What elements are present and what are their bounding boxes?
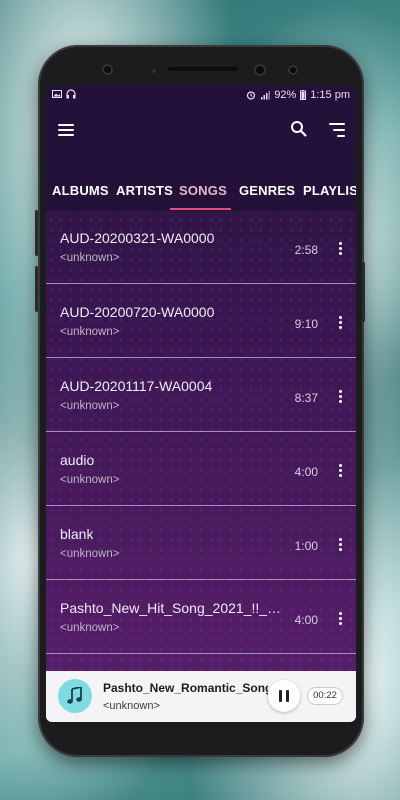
now-playing-artist: <unknown> xyxy=(103,700,160,712)
tab-songs[interactable]: SONGS xyxy=(179,183,227,198)
now-playing-title: Pashto_New_Romantic_Song_2 xyxy=(103,681,268,695)
song-row[interactable]: AUD-20200720-WA0000 <unknown> 9:10 xyxy=(46,285,356,358)
divider xyxy=(46,357,356,358)
app-screen: 92% 1:15 pm ALBUMS ARTISTS SONGS GENRES … xyxy=(46,85,356,722)
more-vert-icon[interactable] xyxy=(338,316,342,330)
gallery-icon xyxy=(52,90,62,98)
status-bar: 92% 1:15 pm xyxy=(46,85,356,107)
music-note-icon xyxy=(67,687,82,704)
battery-percent: 92% xyxy=(274,89,297,101)
divider xyxy=(46,579,356,580)
song-duration: 2:58 xyxy=(294,243,318,257)
song-title: blank xyxy=(60,526,94,542)
more-vert-icon[interactable] xyxy=(338,242,342,256)
sort-icon[interactable] xyxy=(329,123,345,137)
album-art[interactable] xyxy=(58,679,92,713)
menu-icon[interactable] xyxy=(58,124,74,136)
divider xyxy=(46,653,356,654)
front-camera-icon xyxy=(102,64,113,75)
divider xyxy=(46,505,356,506)
more-vert-icon[interactable] xyxy=(338,464,342,478)
song-title: Pashto_New_Hit_Song_2021_!!_Pas.. xyxy=(60,600,286,616)
iris-scanner-icon xyxy=(254,64,266,76)
volume-up-button xyxy=(35,210,38,256)
sensor-icon xyxy=(152,69,156,73)
earpiece-speaker xyxy=(168,67,238,71)
song-row[interactable]: Pashto_New_Hit_Song_2021_!!_Pas.. <unkno… xyxy=(46,581,356,654)
alarm-icon xyxy=(247,91,256,100)
app-toolbar xyxy=(46,107,356,167)
song-title: AUD-20200321-WA0000 xyxy=(60,230,215,246)
camera-lens-icon xyxy=(288,65,298,75)
signal-icon xyxy=(261,91,271,100)
song-title: audio xyxy=(60,452,95,468)
song-duration: 8:37 xyxy=(294,391,318,405)
pause-icon xyxy=(279,690,282,702)
tab-artists[interactable]: ARTISTS xyxy=(116,183,173,198)
song-row[interactable]: audio <unknown> 4:00 xyxy=(46,433,356,506)
more-vert-icon[interactable] xyxy=(338,612,342,626)
tab-bar: ALBUMS ARTISTS SONGS GENRES PLAYLISTS xyxy=(46,167,356,211)
song-duration: 4:00 xyxy=(294,613,318,627)
song-row[interactable]: AUD-20201117-WA0004 <unknown> 8:37 xyxy=(46,359,356,432)
song-artist: <unknown> xyxy=(60,326,120,338)
search-icon[interactable] xyxy=(290,120,308,138)
power-button xyxy=(362,262,365,322)
headphones-icon xyxy=(66,89,76,99)
song-artist: <unknown> xyxy=(60,400,120,412)
tab-albums[interactable]: ALBUMS xyxy=(52,183,109,198)
battery-icon xyxy=(300,90,307,100)
more-vert-icon[interactable] xyxy=(338,538,342,552)
tab-genres[interactable]: GENRES xyxy=(239,183,295,198)
song-row[interactable]: blank <unknown> 1:00 xyxy=(46,507,356,580)
song-title: AUD-20201117-WA0004 xyxy=(60,378,213,394)
clock: 1:15 pm xyxy=(310,89,350,101)
song-artist: <unknown> xyxy=(60,548,120,560)
song-duration: 4:00 xyxy=(294,465,318,479)
song-row[interactable]: AUD-20200321-WA0000 <unknown> 2:58 xyxy=(46,211,356,284)
song-title: AUD-20200720-WA0000 xyxy=(60,304,215,320)
song-artist: <unknown> xyxy=(60,474,120,486)
volume-down-button xyxy=(35,266,38,312)
mini-player[interactable]: Pashto_New_Romantic_Song_2 <unknown> 00:… xyxy=(46,671,356,722)
pause-button[interactable] xyxy=(268,680,300,712)
divider xyxy=(46,283,356,284)
pause-icon xyxy=(286,690,289,702)
song-artist: <unknown> xyxy=(60,622,120,634)
song-duration: 9:10 xyxy=(294,317,318,331)
song-duration: 1:00 xyxy=(294,539,318,553)
elapsed-time: 00:22 xyxy=(307,687,343,705)
active-tab-indicator xyxy=(170,208,231,210)
song-artist: <unknown> xyxy=(60,252,120,264)
tab-playlists[interactable]: PLAYLISTS xyxy=(303,183,356,198)
divider xyxy=(46,431,356,432)
more-vert-icon[interactable] xyxy=(338,390,342,404)
